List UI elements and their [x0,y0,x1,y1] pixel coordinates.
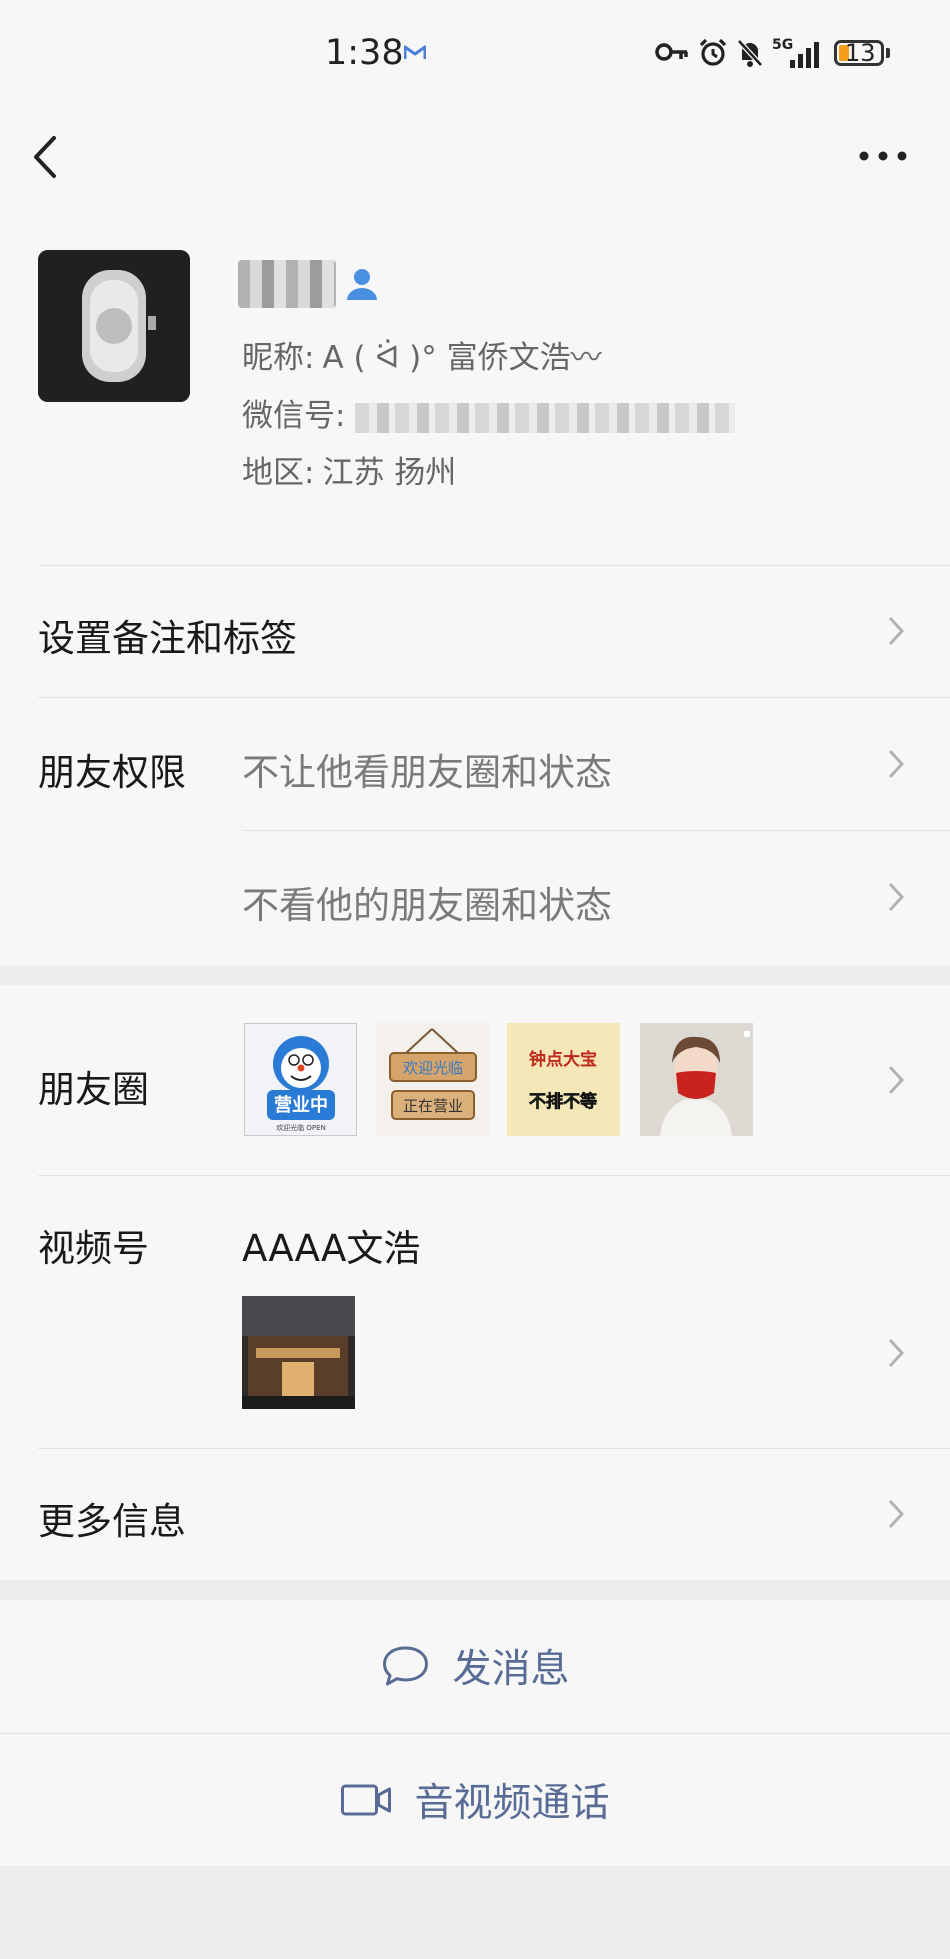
chevron-right-icon [888,1065,904,1095]
battery-tip [886,48,890,58]
moments-thumb-1: 营业中 欢迎光临 OPEN [244,1023,357,1136]
moments-thumb-4 [640,1023,753,1136]
chevron-right-icon [888,1499,904,1529]
permission-row-hide-their-moments[interactable]: 不看他的朋友圈和状态 [0,831,950,965]
wechat-id-label: 微信号: [242,398,346,434]
battery-icon: 13 [834,39,884,67]
moments-label: 朋友圈 [38,1068,149,1111]
alarm-icon [699,38,727,66]
back-icon[interactable] [30,132,60,182]
chevron-right-icon [888,616,904,646]
vpn-key-icon [655,43,688,61]
video-call-label: 音视频通话 [414,1781,610,1826]
channels-name: AAAA文浩 [242,1227,421,1270]
signal-icon [790,42,819,68]
moments-row[interactable]: 朋友圈 营业中 欢迎光临 OPEN 欢迎光临 正在营业 钟点大宝 不排不等 [0,985,950,1175]
channels-thumb [242,1296,355,1409]
thumb-1-sub: 欢迎光临 OPEN [276,1123,326,1132]
wechat-id-blurred [355,402,736,433]
region-value: 江苏 扬州 [322,455,457,491]
video-call-button[interactable]: 音视频通话 [0,1734,950,1866]
avatar[interactable] [38,250,190,402]
nickname-value: A ( ᐛ )° 富侨文浩〰 [322,340,602,376]
send-message-label: 发消息 [452,1647,570,1692]
channels-label: 视频号 [38,1227,149,1270]
nickname-line: 昵称: A ( ᐛ )° 富侨文浩〰 [242,332,602,377]
more-info-label: 更多信息 [38,1500,186,1543]
send-message-button[interactable]: 发消息 [0,1600,950,1732]
thumb-3-caption-bottom: 不排不等 [529,1091,597,1112]
contact-user-icon [347,269,377,300]
nickname-label: 昵称: [242,340,315,376]
channels-row[interactable]: 视频号 AAAA文浩 [0,1176,950,1448]
thumb-2-caption-top: 欢迎光临 [403,1059,463,1077]
thumb-1-caption: 营业中 [274,1094,328,1116]
video-camera-icon [340,1784,391,1816]
region-line: 地区: 江苏 扬州 [242,447,456,492]
thumb-2-caption-bottom: 正在营业 [403,1097,463,1115]
chevron-right-icon [888,749,904,779]
more-info-row[interactable]: 更多信息 [0,1449,950,1580]
gmail-icon [404,45,426,59]
remark-tags-row[interactable]: 设置备注和标签 [0,566,950,697]
display-name-blurred [238,260,336,308]
thumb-3-caption-top: 钟点大宝 [529,1049,597,1070]
chevron-right-icon [888,882,904,912]
moments-thumb-3: 钟点大宝 不排不等 [507,1023,620,1136]
remark-tags-label: 设置备注和标签 [38,617,297,660]
moments-thumb-2: 欢迎光临 正在营业 [376,1023,489,1136]
mute-bell-icon [737,39,763,67]
chevron-right-icon [888,1338,904,1368]
permission-1-text: 不让他看朋友圈和状态 [242,751,612,794]
wechat-id-line: 微信号: [242,390,736,435]
permission-2-text: 不看他的朋友圈和状态 [242,884,612,927]
battery-level: 13 [845,39,876,67]
status-time: 1:38 [325,33,404,73]
chat-bubble-icon [382,1646,428,1686]
more-icon[interactable] [858,146,908,166]
region-label: 地区: [242,455,315,491]
permission-row-hide-my-moments[interactable]: 不让他看朋友圈和状态 [0,698,950,830]
